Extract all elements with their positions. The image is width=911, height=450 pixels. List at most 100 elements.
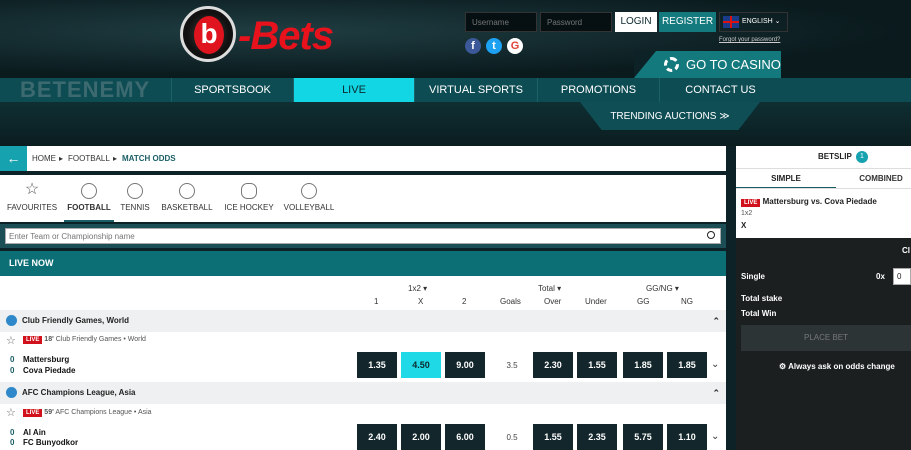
logo-emblem: b bbox=[180, 6, 236, 62]
nav-contact-us[interactable]: CONTACT US bbox=[659, 78, 781, 102]
language-select[interactable]: ENGLISH ⌄ bbox=[719, 12, 788, 32]
tab-combined[interactable]: COMBINED bbox=[836, 169, 911, 189]
league-header[interactable]: AFC Champions League, Asia ⌃ bbox=[0, 382, 726, 404]
odd-button[interactable]: 1.85 bbox=[623, 352, 663, 378]
star-icon: ☆ bbox=[24, 181, 40, 198]
betslip-tabs: SIMPLE COMBINED bbox=[736, 168, 911, 189]
stake-input[interactable]: 0 bbox=[893, 268, 911, 285]
odd-button[interactable]: 1.55 bbox=[533, 424, 573, 450]
col-x: X bbox=[418, 297, 424, 306]
events-grid: 1x2 ▾ Total ▾ GG/NG ▾ 1 X 2 Goals Over U… bbox=[0, 276, 726, 450]
away-score: 0 bbox=[10, 438, 15, 447]
betslip-count: 1 bbox=[856, 151, 868, 163]
odd-button[interactable]: 5.75 bbox=[623, 424, 663, 450]
breadcrumb: ← HOME ▸ FOOTBALL ▸ MATCH ODDS bbox=[0, 146, 726, 171]
odd-button[interactable]: 9.00 bbox=[445, 352, 485, 378]
single-multiplier: 0x bbox=[876, 272, 885, 281]
go-to-casino-button[interactable]: GO TO CASINO bbox=[634, 51, 781, 78]
odd-button[interactable]: 2.35 bbox=[577, 424, 617, 450]
odd-button[interactable]: 2.30 bbox=[533, 352, 573, 378]
search-icon[interactable] bbox=[707, 231, 715, 239]
odd-button[interactable]: 1.55 bbox=[577, 352, 617, 378]
chevron-down-icon[interactable]: ⌄ bbox=[711, 359, 719, 370]
betslip-title: BETSLIP bbox=[736, 146, 911, 168]
odd-button[interactable]: 2.00 bbox=[401, 424, 441, 450]
odd-button[interactable]: 1.35 bbox=[357, 352, 397, 378]
odd-button[interactable]: 1.10 bbox=[667, 424, 707, 450]
selection-match: LIVE Mattersburg vs. Cova Piedade bbox=[741, 197, 877, 207]
ice-hockey-icon bbox=[241, 183, 257, 199]
goals-line: 0.5 bbox=[506, 433, 518, 442]
total-stake-label: Total stake bbox=[741, 294, 783, 303]
selection-pick: X bbox=[741, 221, 747, 230]
home-team[interactable]: Al Ain bbox=[23, 428, 46, 437]
sport-tennis[interactable]: TENNIS bbox=[118, 175, 152, 222]
odd-button[interactable]: 1.85 bbox=[667, 352, 707, 378]
logo-text: -Bets bbox=[238, 14, 334, 58]
col-goals: Goals bbox=[500, 297, 521, 306]
league-header[interactable]: Club Friendly Games, World ⌃ bbox=[0, 310, 726, 332]
breadcrumb-current: MATCH ODDS bbox=[122, 154, 176, 163]
col-1: 1 bbox=[374, 297, 379, 306]
away-team[interactable]: Cova Piedade bbox=[23, 366, 75, 375]
always-ask-toggle[interactable]: ⚙ Always ask on odds change bbox=[779, 362, 895, 371]
nav-virtual-sports[interactable]: VIRTUAL SPORTS bbox=[414, 78, 537, 102]
sport-favourites[interactable]: ☆ FAVOURITES bbox=[4, 175, 60, 222]
google-icon[interactable]: G bbox=[507, 38, 523, 54]
market-1x2[interactable]: 1x2 ▾ bbox=[408, 284, 427, 293]
football-icon bbox=[81, 183, 97, 199]
username-input[interactable] bbox=[465, 12, 537, 32]
betslip-selection: LIVE Mattersburg vs. Cova Piedade 1x2 X bbox=[736, 188, 911, 238]
total-win-label: Total Win bbox=[741, 309, 777, 318]
single-label: Single bbox=[741, 272, 766, 281]
market-total[interactable]: Total ▾ bbox=[538, 284, 561, 293]
favourite-star-icon[interactable]: ☆ bbox=[6, 406, 16, 419]
logo[interactable]: b -Bets bbox=[180, 6, 340, 66]
basketball-icon bbox=[179, 183, 195, 199]
home-team[interactable]: Mattersburg bbox=[23, 355, 69, 364]
back-arrow-icon[interactable]: ← bbox=[0, 146, 27, 171]
globe-icon bbox=[6, 315, 17, 326]
away-team[interactable]: FC Bunyodkor bbox=[23, 438, 78, 447]
odd-button[interactable]: 2.40 bbox=[357, 424, 397, 450]
odd-button-selected[interactable]: 4.50 bbox=[401, 352, 441, 378]
home-score: 0 bbox=[10, 355, 15, 364]
sports-bar: ☆ FAVOURITES FOOTBALL TENNIS BASKETBALL I… bbox=[0, 175, 726, 222]
search-input[interactable] bbox=[5, 228, 721, 244]
clear-button[interactable]: Cl bbox=[902, 246, 910, 255]
sport-football[interactable]: FOOTBALL bbox=[64, 175, 114, 222]
chevron-up-icon[interactable]: ⌃ bbox=[712, 382, 720, 404]
gear-icon: ⚙ bbox=[779, 362, 787, 371]
market-ggng[interactable]: GG/NG ▾ bbox=[646, 284, 679, 293]
twitter-icon[interactable]: t bbox=[486, 38, 502, 54]
live-badge: LIVE bbox=[741, 199, 761, 207]
place-bet-button[interactable]: PLACE BET bbox=[741, 325, 911, 351]
forgot-password-link[interactable]: Forgot your password? bbox=[719, 37, 780, 43]
match-info: LIVE 59' AFC Champions League • Asia bbox=[23, 409, 152, 417]
register-button[interactable]: REGISTER bbox=[659, 12, 716, 32]
odd-button[interactable]: 6.00 bbox=[445, 424, 485, 450]
watermark-logo: BETENEMY bbox=[20, 77, 151, 102]
sport-ice-hockey[interactable]: ICE HOCKEY bbox=[222, 175, 276, 222]
chevron-up-icon[interactable]: ⌃ bbox=[712, 310, 720, 332]
password-input[interactable] bbox=[540, 12, 612, 32]
chevron-down-icon[interactable]: ⌄ bbox=[711, 431, 719, 442]
trending-auctions-button[interactable]: TRENDING AUCTIONS ≫ bbox=[580, 102, 760, 130]
breadcrumb-home[interactable]: HOME bbox=[32, 146, 56, 171]
away-score: 0 bbox=[10, 366, 15, 375]
tab-simple[interactable]: SIMPLE bbox=[736, 169, 836, 189]
login-button[interactable]: LOGIN bbox=[615, 12, 657, 32]
sport-volleyball[interactable]: VOLLEYBALL bbox=[282, 175, 336, 222]
breadcrumb-football[interactable]: FOOTBALL bbox=[68, 146, 110, 171]
nav-promotions[interactable]: PROMOTIONS bbox=[537, 78, 659, 102]
col-under: Under bbox=[585, 297, 607, 306]
goals-line: 3.5 bbox=[506, 361, 518, 370]
home-score: 0 bbox=[10, 428, 15, 437]
globe-icon bbox=[6, 387, 17, 398]
sport-basketball[interactable]: BASKETBALL bbox=[157, 175, 217, 222]
nav-sportsbook[interactable]: SPORTSBOOK bbox=[171, 78, 293, 102]
favourite-star-icon[interactable]: ☆ bbox=[6, 334, 16, 347]
nav-live[interactable]: LIVE bbox=[293, 78, 414, 102]
facebook-icon[interactable]: f bbox=[465, 38, 481, 54]
match-info: LIVE 18' Club Friendly Games • World bbox=[23, 336, 146, 344]
